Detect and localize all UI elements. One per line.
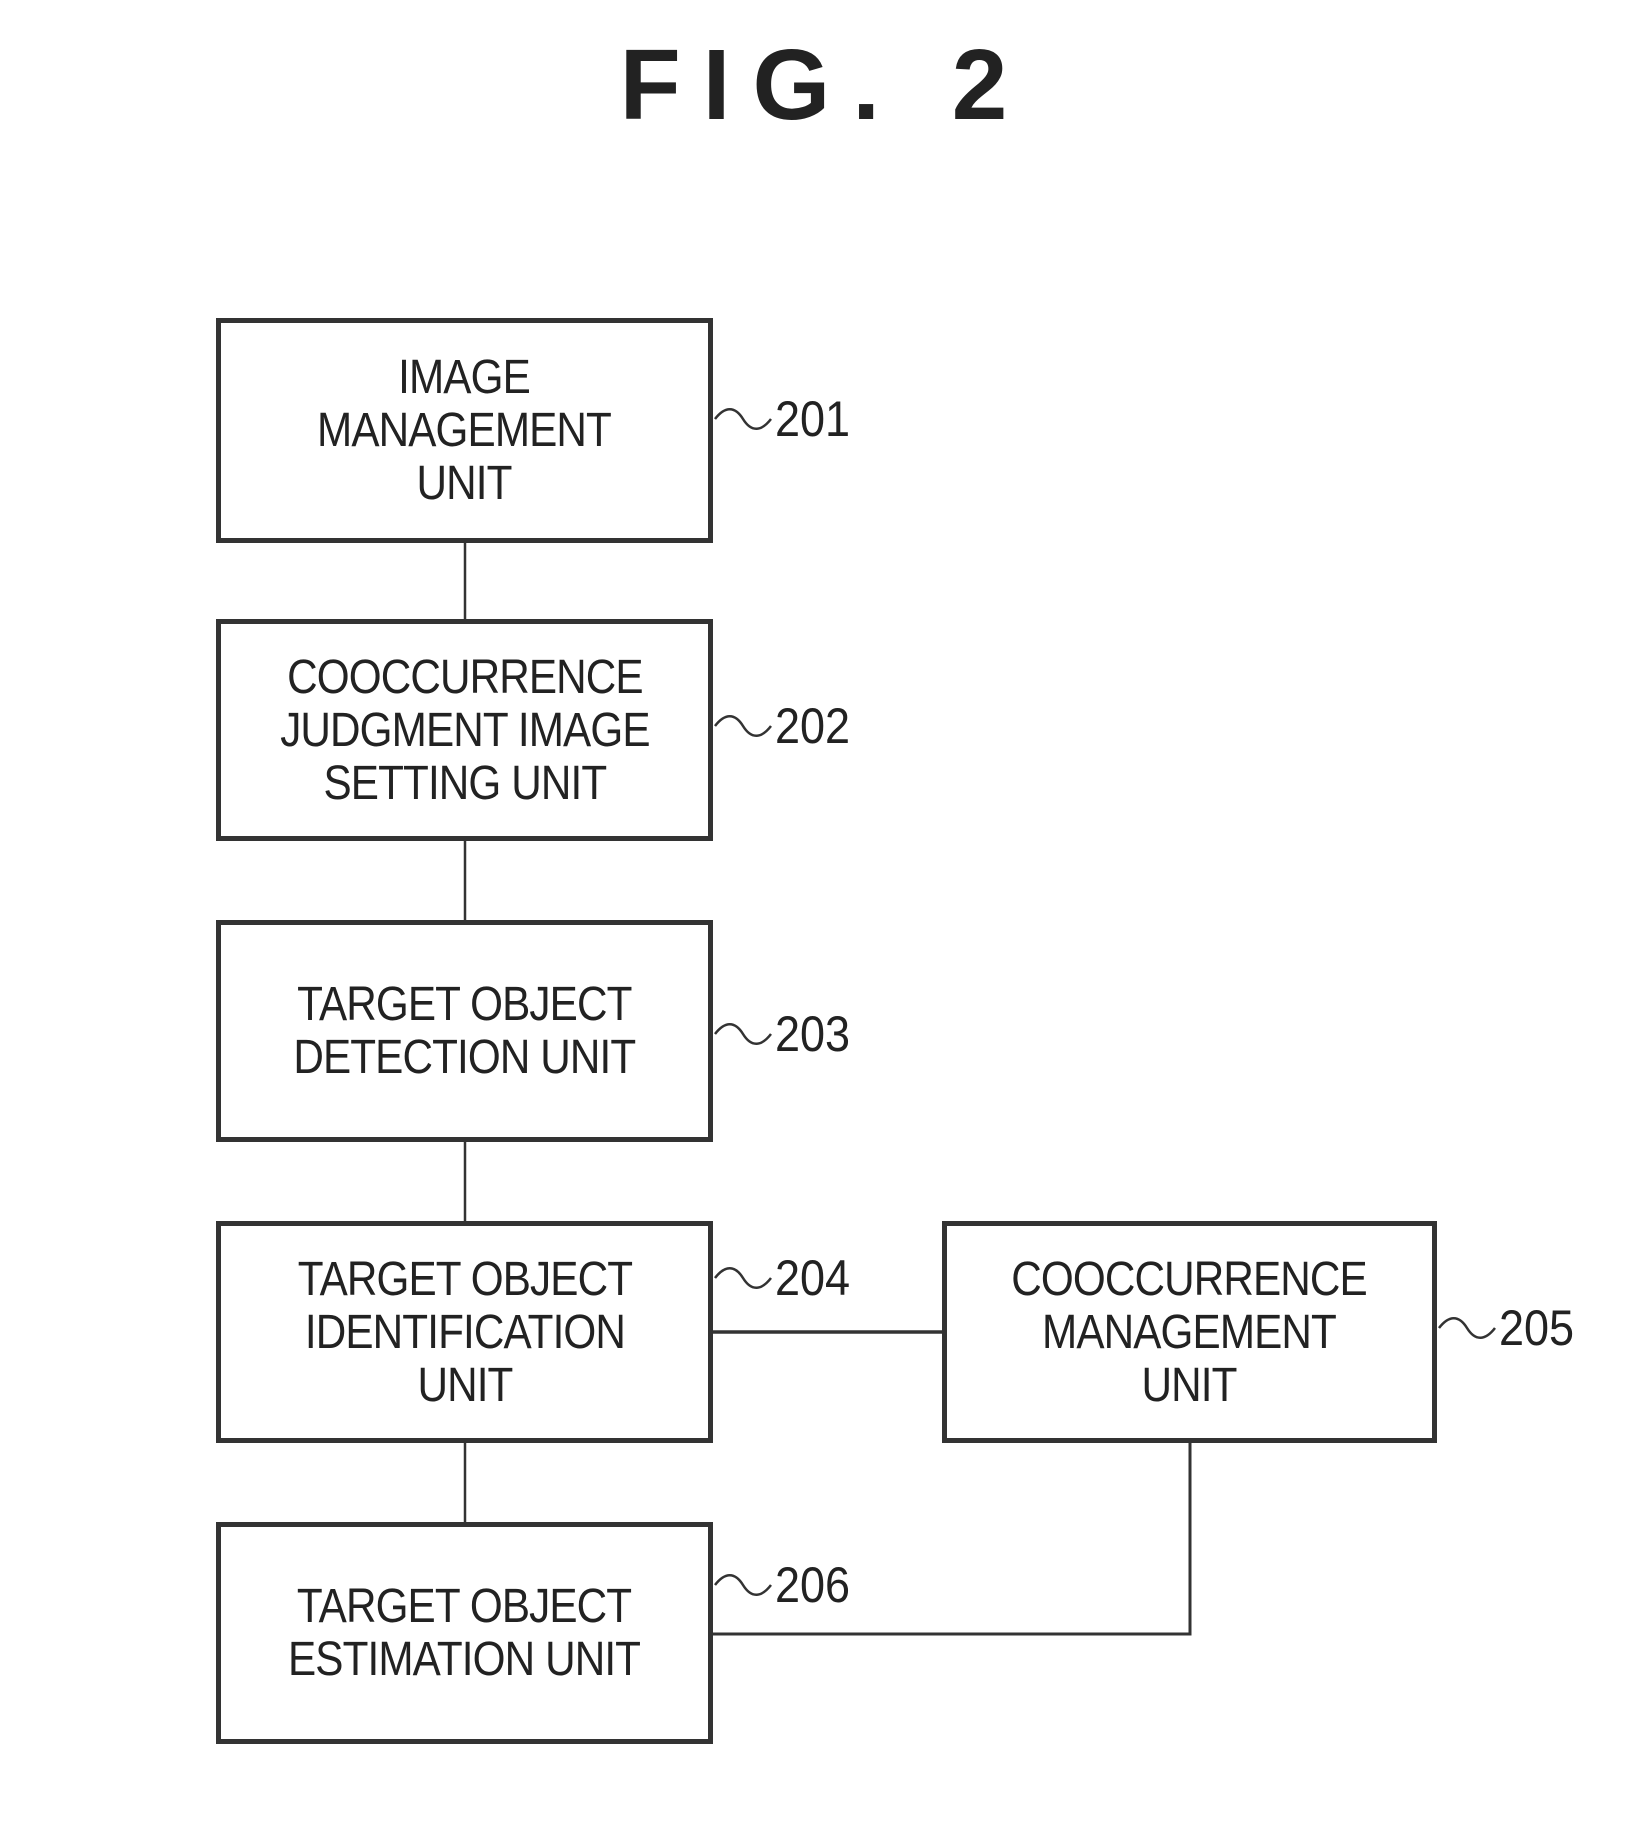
tilde-leader-icon (714, 1267, 772, 1289)
reference-number: 201 (775, 391, 851, 447)
block-label: COOCCURRENCE JUDGMENT IMAGE SETTING UNIT (279, 650, 650, 810)
reference-label-202: 202 (713, 697, 858, 755)
block-label: TARGET OBJECT IDENTIFICATION UNIT (297, 1252, 632, 1412)
tilde-leader-icon (714, 1574, 772, 1596)
image-management-unit-block: IMAGE MANAGEMENT UNIT (216, 318, 713, 543)
target-object-estimation-unit-block: TARGET OBJECT ESTIMATION UNIT (216, 1522, 713, 1744)
reference-label-203: 203 (713, 1005, 858, 1063)
block-label: TARGET OBJECT ESTIMATION UNIT (288, 1580, 641, 1686)
block-label: COOCCURRENCE MANAGEMENT UNIT (1011, 1252, 1368, 1412)
cooccurrence-judgment-image-setting-unit-block: COOCCURRENCE JUDGMENT IMAGE SETTING UNIT (216, 619, 713, 841)
reference-label-204: 204 (713, 1249, 858, 1307)
tilde-leader-icon (714, 715, 772, 737)
tilde-leader-icon (1438, 1317, 1496, 1339)
reference-number: 202 (775, 698, 851, 754)
reference-number: 203 (775, 1006, 851, 1062)
tilde-leader-icon (714, 1023, 772, 1045)
reference-label-205: 205 (1437, 1299, 1582, 1357)
tilde-leader-icon (714, 408, 772, 430)
reference-number: 206 (775, 1557, 851, 1613)
reference-label-201: 201 (713, 390, 858, 448)
block-diagram: FIG. 2 IMAGE MANAGEMENT UNIT COOCCURRENC… (0, 0, 1649, 1826)
block-label: IMAGE MANAGEMENT UNIT (317, 351, 613, 510)
reference-number: 204 (775, 1250, 851, 1306)
cooccurrence-management-unit-block: COOCCURRENCE MANAGEMENT UNIT (942, 1221, 1437, 1443)
target-object-identification-unit-block: TARGET OBJECT IDENTIFICATION UNIT (216, 1221, 713, 1443)
reference-number: 205 (1499, 1300, 1575, 1356)
reference-label-206: 206 (713, 1556, 858, 1614)
target-object-detection-unit-block: TARGET OBJECT DETECTION UNIT (216, 920, 713, 1142)
block-label: TARGET OBJECT DETECTION UNIT (293, 978, 636, 1084)
